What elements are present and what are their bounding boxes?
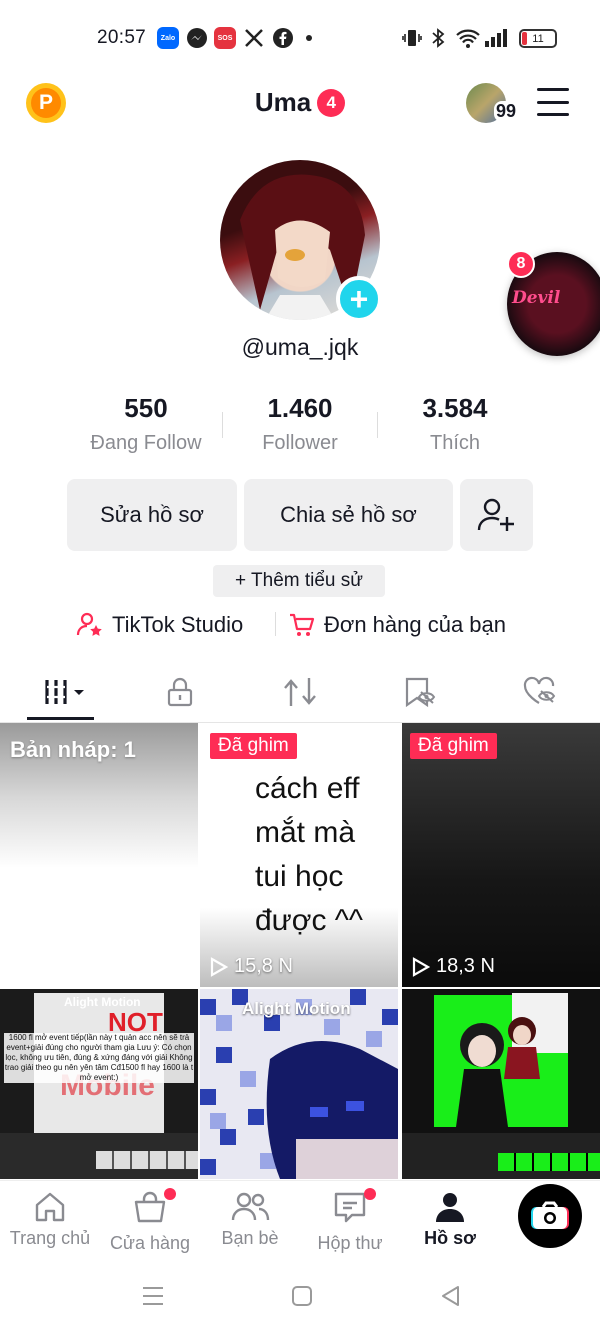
- facebook-icon: [272, 27, 294, 49]
- video-tile-5[interactable]: Alight Motion: [200, 989, 398, 1179]
- orders-link[interactable]: Đơn hàng của bạn: [288, 609, 506, 641]
- stat-value: 1.460: [267, 393, 333, 423]
- camera-icon: [531, 1201, 569, 1229]
- nav-inbox[interactable]: Hộp thư: [300, 1188, 400, 1254]
- zalo-icon: Zalo: [157, 27, 179, 49]
- add-friend-button[interactable]: [460, 479, 533, 551]
- share-profile-button[interactable]: Chia sẻ hồ sơ: [244, 479, 453, 551]
- inbox-notification-dot: [364, 1188, 376, 1200]
- video-tile-6[interactable]: [402, 989, 600, 1179]
- profile-icon: [436, 1193, 464, 1222]
- back-triangle-icon[interactable]: [440, 1285, 460, 1307]
- sos-icon: SOS: [214, 27, 236, 49]
- account-notification-badge: 4: [317, 88, 346, 117]
- username-title: Uma: [254, 87, 312, 117]
- profile-tabs: [0, 662, 600, 722]
- camera-button[interactable]: [518, 1184, 582, 1248]
- stat-divider: [222, 412, 223, 438]
- wifi-icon: [455, 27, 481, 49]
- orders-label: Đơn hàng của bạn: [324, 612, 507, 637]
- stat-label: Follower: [262, 432, 338, 454]
- tab-videos[interactable]: [31, 662, 95, 722]
- messenger-icon: [186, 27, 208, 49]
- clock: 20:57: [97, 27, 147, 48]
- play-icon: [210, 956, 228, 977]
- liked-icon: [523, 676, 556, 704]
- shop-notification-dot: [164, 1188, 176, 1200]
- nav-home[interactable]: Trang chủ: [0, 1190, 100, 1249]
- repost-icon: [284, 678, 316, 706]
- shop-icon: [134, 1191, 166, 1223]
- videos-grid-icon: [45, 680, 84, 704]
- more-dot-icon: [306, 27, 312, 49]
- add-bio-button[interactable]: + Thêm tiểu sử: [213, 565, 385, 597]
- tab-private[interactable]: [150, 662, 210, 722]
- add-avatar-plus-button[interactable]: +: [336, 276, 382, 322]
- studio-person-star-icon: [76, 612, 102, 636]
- stat-following[interactable]: 550 Đang Follow: [71, 393, 221, 455]
- x-icon: [244, 27, 264, 49]
- stat-value: 550: [124, 393, 168, 423]
- tiktok-studio-label: TikTok Studio: [112, 612, 244, 637]
- status-bar: 20:57 Zalo SOS 11: [0, 0, 600, 76]
- system-navigation: [0, 1270, 600, 1333]
- view-count: 15,8 N: [210, 955, 293, 978]
- stat-label: Thích: [429, 432, 481, 454]
- video-tile-pinned-1[interactable]: Đã ghim cách eff mắt mà tui học được ^^ …: [200, 723, 398, 987]
- hamburger-menu-icon[interactable]: [537, 88, 569, 116]
- inbox-icon: [334, 1192, 366, 1223]
- tab-liked[interactable]: [510, 662, 570, 722]
- home-square-icon[interactable]: [291, 1285, 313, 1307]
- nav-label: Hồ sơ: [424, 1228, 476, 1248]
- view-count: 18,3 N: [412, 955, 495, 978]
- stat-followers[interactable]: 1.460 Follower: [225, 393, 375, 455]
- stat-divider: [377, 412, 378, 438]
- tiktok-studio-link[interactable]: TikTok Studio: [76, 609, 243, 641]
- watermark-text: Alight Motion: [242, 999, 351, 1018]
- pinned-badge: Đã ghim: [210, 733, 297, 759]
- saved-icon: [405, 677, 436, 708]
- nav-friends[interactable]: Bạn bè: [200, 1190, 300, 1249]
- nav-label: Bạn bè: [221, 1228, 279, 1248]
- story-bubble-badge: 8: [507, 250, 535, 278]
- story-count: 99: [494, 101, 519, 122]
- stat-label: Đang Follow: [90, 432, 202, 454]
- add-person-icon: [477, 498, 514, 531]
- story-bubble-text: Devil: [512, 288, 561, 308]
- edit-profile-button[interactable]: Sửa hồ sơ: [67, 479, 237, 551]
- nav-label: Hộp thư: [317, 1233, 383, 1253]
- nav-label: Cửa hàng: [109, 1233, 191, 1253]
- tab-reposts[interactable]: [270, 662, 330, 722]
- active-tab-indicator: [27, 717, 94, 720]
- nav-profile[interactable]: Hồ sơ: [400, 1190, 500, 1249]
- tab-saved[interactable]: [390, 662, 450, 722]
- video-caption: cách eff mắt mà tui học được ^^: [255, 772, 363, 937]
- battery-icon: 11: [519, 29, 557, 48]
- draft-video-tile[interactable]: Bản nháp: 1: [0, 723, 198, 987]
- video-tile-pinned-2[interactable]: Đã ghim 18,3 N: [402, 723, 600, 987]
- recents-menu-icon[interactable]: [142, 1286, 164, 1306]
- profile-handle: @uma_.jqk: [241, 334, 359, 360]
- stat-likes[interactable]: 3.584 Thích: [380, 393, 530, 455]
- bluetooth-icon: [428, 27, 448, 49]
- friends-icon: [231, 1192, 270, 1221]
- nav-label: Trang chủ: [9, 1228, 91, 1248]
- nav-shop[interactable]: Cửa hàng: [100, 1188, 200, 1254]
- signal-icon: [484, 27, 510, 49]
- lock-icon: [167, 677, 193, 707]
- home-icon: [35, 1192, 65, 1222]
- cart-icon: [290, 613, 315, 636]
- video-tile-4[interactable]: Alight Motion NOT Mobile 1600 fl mở even…: [0, 989, 198, 1179]
- event-notice-text: 1600 fl mở event tiếp(lần này t quản acc…: [4, 1033, 194, 1083]
- play-icon: [412, 956, 430, 977]
- link-divider: [275, 612, 276, 636]
- pinned-badge: Đã ghim: [410, 733, 497, 759]
- vibrate-icon: [401, 27, 423, 49]
- drafts-label: Bản nháp: 1: [10, 737, 136, 762]
- stat-value: 3.584: [422, 393, 488, 423]
